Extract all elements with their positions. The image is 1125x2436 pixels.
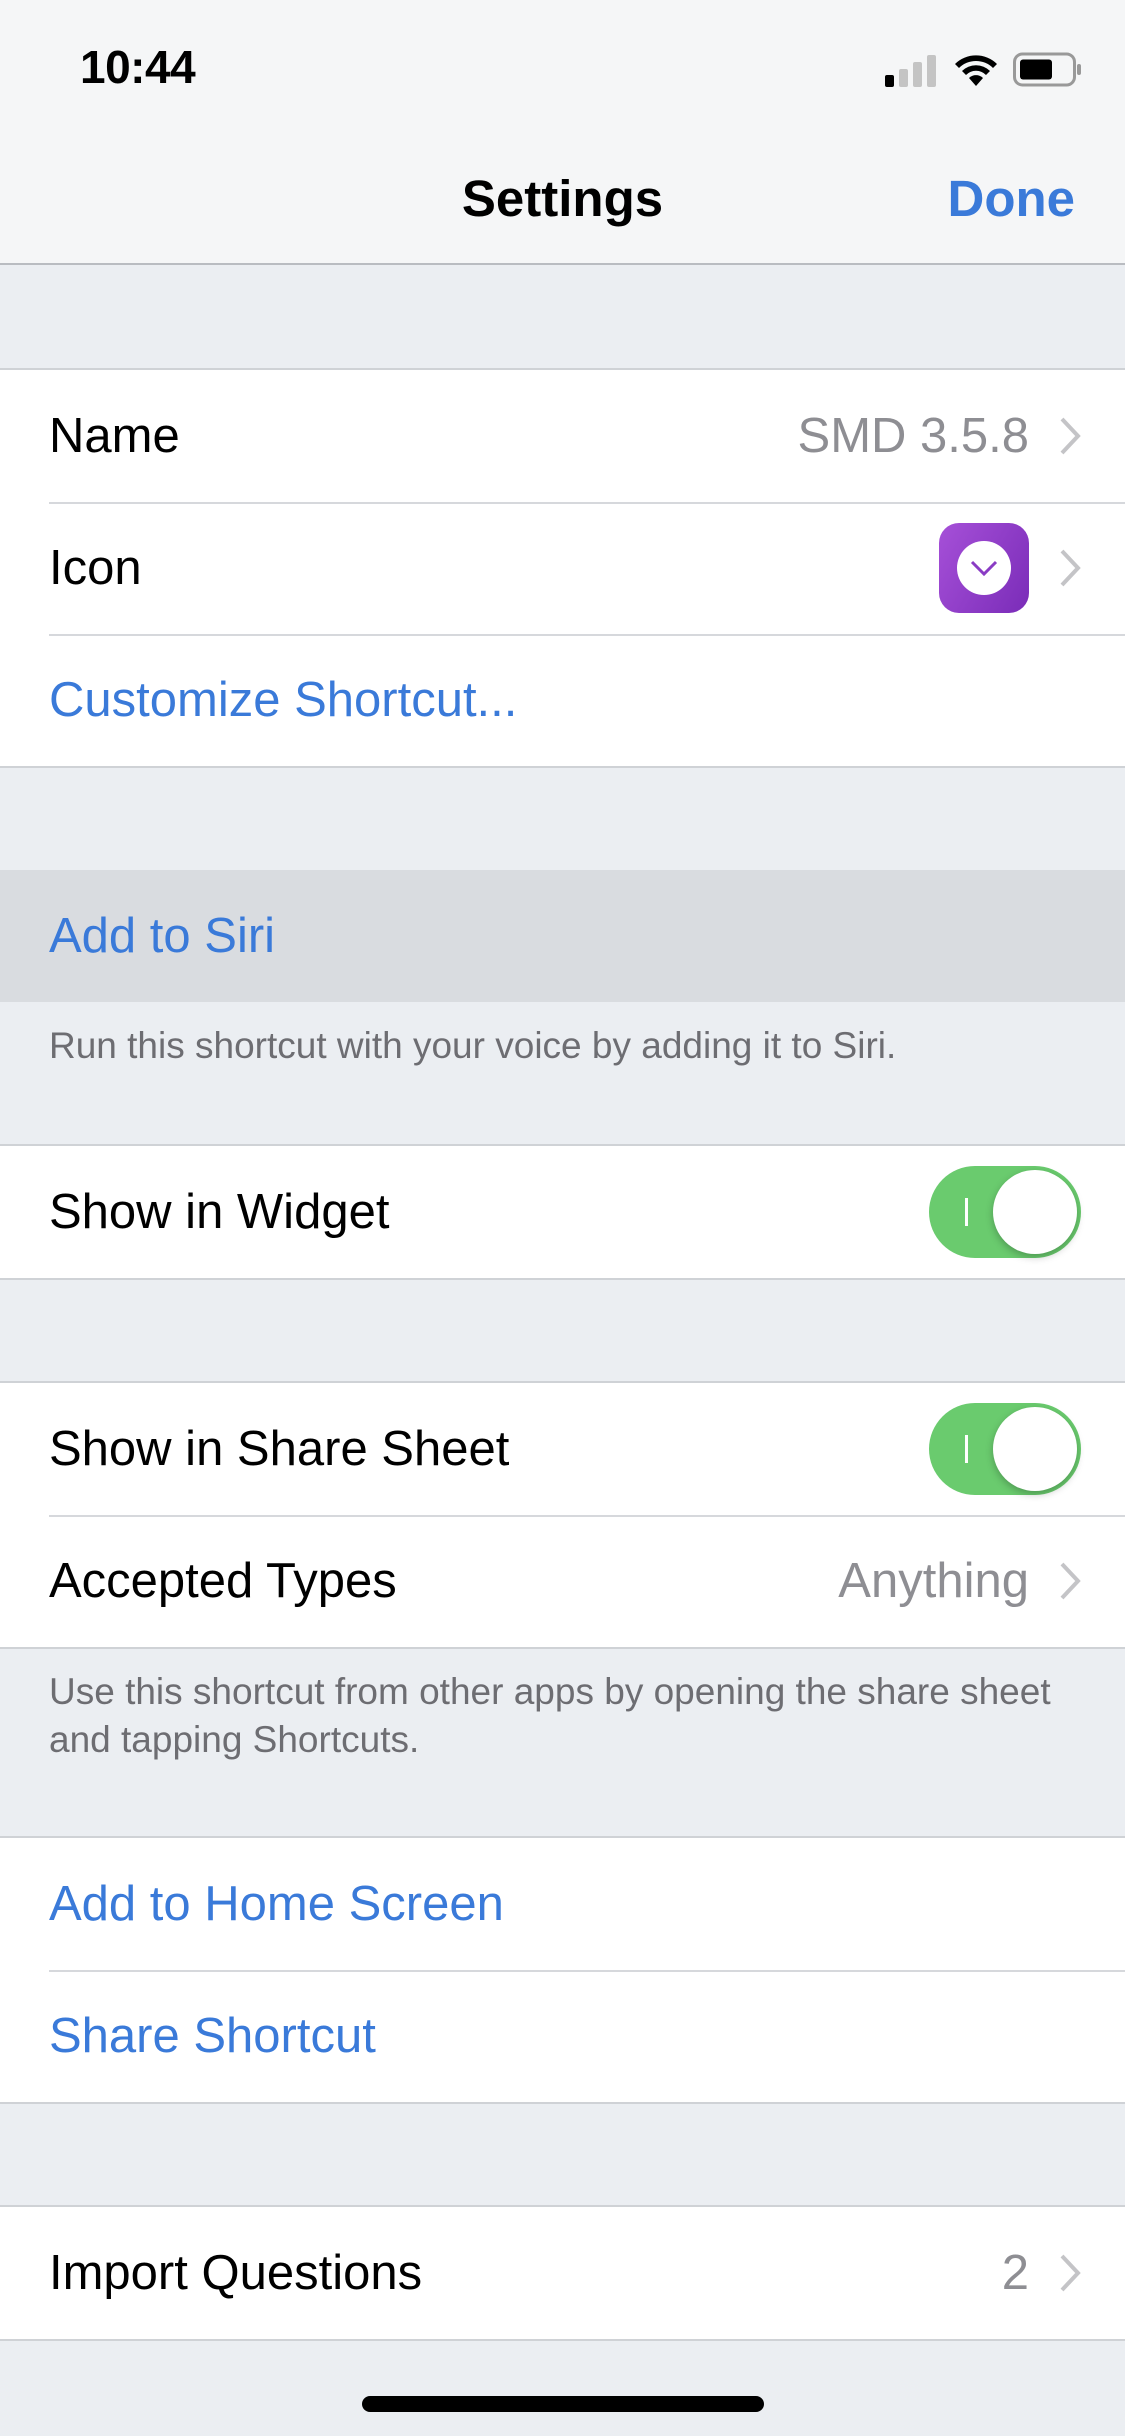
import-questions-row[interactable]: Import Questions 2 bbox=[0, 2207, 1125, 2339]
name-row[interactable]: Name SMD 3.5.8 bbox=[0, 370, 1125, 502]
icon-label: Icon bbox=[49, 541, 142, 595]
add-to-siri-button[interactable]: Add to Siri bbox=[49, 908, 1081, 964]
add-to-home-screen-row[interactable]: Add to Home Screen bbox=[0, 1838, 1125, 1970]
home-indicator[interactable] bbox=[362, 2396, 764, 2412]
siri-footer-note: Run this shortcut with your voice by add… bbox=[49, 1025, 897, 1066]
share-sheet-footer-note: Use this shortcut from other apps by ope… bbox=[49, 1671, 1051, 1760]
add-to-siri-row[interactable]: Add to Siri bbox=[0, 870, 1125, 1002]
accepted-types-row[interactable]: Accepted Types Anything bbox=[0, 1515, 1125, 1647]
import-section: Import Questions 2 bbox=[0, 2205, 1125, 2341]
show-in-share-sheet-toggle[interactable] bbox=[929, 1403, 1081, 1495]
accepted-types-value: Anything bbox=[838, 1554, 1029, 1608]
share-sheet-section: Show in Share Sheet Accepted Types Anyth… bbox=[0, 1381, 1125, 1649]
status-bar: 10:44 bbox=[0, 0, 1125, 135]
share-shortcut-row[interactable]: Share Shortcut bbox=[0, 1970, 1125, 2102]
show-in-widget-row: Show in Widget bbox=[0, 1146, 1125, 1278]
general-section: Name SMD 3.5.8 Icon Customize Shortcut..… bbox=[0, 368, 1125, 768]
show-in-widget-toggle[interactable] bbox=[929, 1166, 1081, 1258]
name-value: SMD 3.5.8 bbox=[797, 409, 1029, 463]
chevron-right-icon bbox=[1060, 417, 1081, 455]
show-in-share-sheet-row: Show in Share Sheet bbox=[0, 1383, 1125, 1515]
add-to-home-screen-button[interactable]: Add to Home Screen bbox=[49, 1876, 1081, 1932]
import-questions-label: Import Questions bbox=[49, 2246, 423, 2300]
accepted-types-label: Accepted Types bbox=[49, 1554, 397, 1608]
actions-section: Add to Home Screen Share Shortcut bbox=[0, 1836, 1125, 2104]
done-button[interactable]: Done bbox=[948, 169, 1076, 228]
name-label: Name bbox=[49, 409, 180, 463]
share-shortcut-button[interactable]: Share Shortcut bbox=[49, 2008, 1081, 2064]
show-in-share-sheet-label: Show in Share Sheet bbox=[49, 1422, 510, 1476]
battery-icon bbox=[1013, 52, 1081, 87]
wifi-icon bbox=[955, 55, 997, 86]
shortcut-app-icon bbox=[939, 523, 1029, 613]
chevron-right-icon bbox=[1060, 549, 1081, 587]
import-questions-value: 2 bbox=[1001, 2246, 1029, 2300]
customize-shortcut-row[interactable]: Customize Shortcut... bbox=[0, 634, 1125, 766]
status-time: 10:44 bbox=[80, 41, 196, 93]
status-icons bbox=[885, 50, 1083, 90]
show-in-widget-label: Show in Widget bbox=[49, 1185, 390, 1239]
siri-section: Add to Siri bbox=[0, 870, 1125, 1002]
customize-shortcut-link[interactable]: Customize Shortcut... bbox=[49, 672, 1081, 728]
navigation-bar: Settings Done bbox=[0, 135, 1125, 265]
cellular-signal-icon bbox=[885, 55, 936, 87]
icon-row[interactable]: Icon bbox=[0, 502, 1125, 634]
chevron-down-circle-icon bbox=[957, 541, 1011, 595]
chevron-right-icon bbox=[1060, 2254, 1081, 2292]
chevron-right-icon bbox=[1060, 1562, 1081, 1600]
widget-section: Show in Widget bbox=[0, 1144, 1125, 1280]
